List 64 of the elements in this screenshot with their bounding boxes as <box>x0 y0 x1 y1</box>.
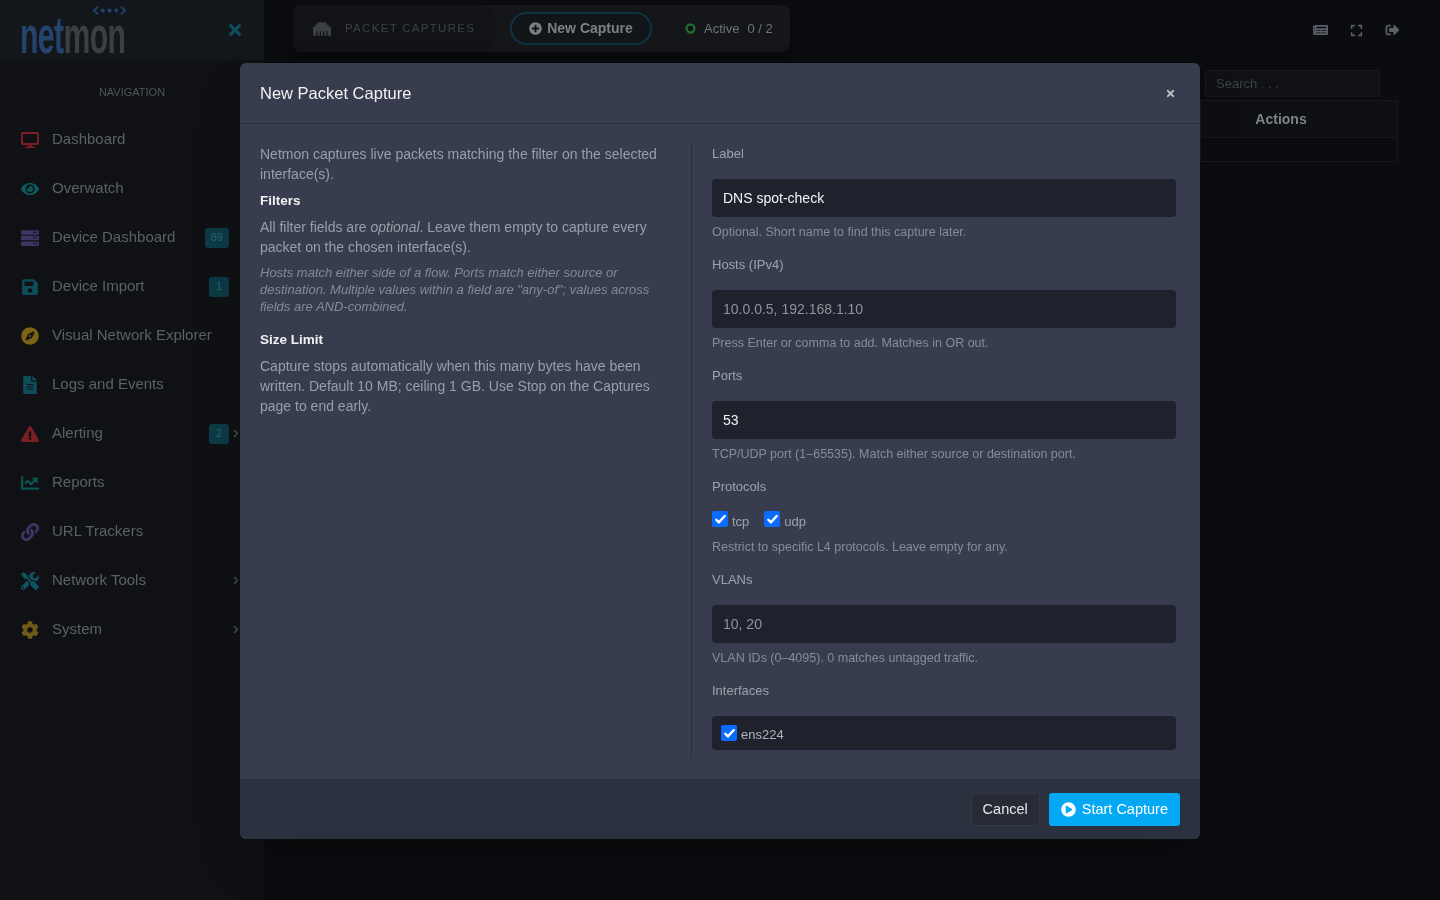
play-icon <box>1060 802 1076 817</box>
section-heading: Filters <box>260 192 302 210</box>
active-label: Active <box>704 19 740 38</box>
checkbox-label[interactable]: tcp <box>732 513 750 530</box>
tools-icon <box>21 571 39 590</box>
field-label: Ports <box>712 367 744 385</box>
fullscreen-icon[interactable] <box>1350 23 1363 37</box>
field-label: Protocols <box>712 478 768 496</box>
help-text: TCP/UDP port (1–65535). Match either source or destination port. <box>712 446 1077 462</box>
server-icon <box>21 228 39 247</box>
status-ring-icon <box>685 23 696 34</box>
field-label: VLANs <box>712 571 754 589</box>
checkbox[interactable] <box>712 511 728 527</box>
help-text: Press Enter or comma to add. Matches in OR out. <box>712 335 990 351</box>
nav-item[interactable]: System <box>0 605 240 654</box>
nav-item[interactable]: Network Tools <box>0 556 240 605</box>
new-capture-button[interactable]: New Capture <box>510 12 652 45</box>
help-text: Optional. Short name to find this capture later. <box>712 224 968 240</box>
field-label: Label <box>712 145 745 163</box>
nav-item[interactable]: Dashboard <box>0 115 240 164</box>
help-text: Restrict to specific L4 protocols. Leave empty for any. <box>712 539 1009 555</box>
nav-item[interactable]: Visual Network Explorer <box>0 311 240 360</box>
info-note: Hosts match either side of a flow. Ports match either source or destination. Multiple values within a field are "any-of"; values across fields are AND-combined. <box>260 264 651 315</box>
start-capture-button[interactable]: Start Capture <box>1048 793 1180 826</box>
settings-icon <box>21 620 39 639</box>
active-count: 0 / 2 <box>747 19 773 38</box>
logo-wordmark: netmon <box>20 16 126 54</box>
cancel-button[interactable]: Cancel <box>970 793 1040 826</box>
ethernet-port-icon <box>311 19 333 38</box>
field-label: Interfaces <box>712 682 771 700</box>
text-field[interactable]: 53 <box>712 401 1176 439</box>
modal-title: New Packet Capture <box>260 82 412 104</box>
nav-item[interactable]: Logs and Events <box>0 360 240 409</box>
checkbox-label[interactable]: udp <box>784 513 807 530</box>
info-paragraph: Capture stops automatically when this many bytes have been written. Default 10 MB; ceiling 1 GB. Use Stop on the Captures page to end early. <box>260 357 651 416</box>
checkbox[interactable] <box>721 725 737 741</box>
monitor-icon <box>21 130 39 149</box>
line-chart-icon <box>21 473 39 492</box>
newspaper-icon[interactable] <box>1313 23 1328 37</box>
field-label: Hosts (IPv4) <box>712 256 785 274</box>
text-field[interactable]: 10.0.0.5, 192.168.1.10 <box>712 290 1176 328</box>
info-paragraph: Netmon captures live packets matching the filter on the selected interface(s). <box>260 145 658 184</box>
warning-icon <box>21 424 39 443</box>
help-text: VLAN IDs (0–4095). 0 matches untagged traffic. <box>712 650 979 666</box>
checkbox-label[interactable]: ens224 <box>741 726 784 743</box>
checkmark-icon <box>766 514 778 524</box>
logo-brackets-icon <box>89 6 130 15</box>
text-field[interactable]: DNS spot-check <box>712 179 1176 217</box>
column-header: Actions <box>1255 109 1307 129</box>
nav-item[interactable]: Reports <box>0 458 240 507</box>
checkmark-icon <box>723 728 735 738</box>
text-field[interactable]: 10, 20 <box>712 605 1176 643</box>
section-heading: Size Limit <box>260 331 324 349</box>
logout-icon[interactable] <box>1385 23 1400 37</box>
document-icon <box>21 375 39 394</box>
compass-icon <box>21 326 39 345</box>
checkbox[interactable] <box>764 511 781 527</box>
nav-item[interactable]: Overwatch <box>0 164 240 213</box>
nav-heading: NAVIGATION <box>97 85 167 100</box>
checkmark-icon <box>714 514 726 524</box>
info-paragraph: All filter fields are optional. Leave them empty to capture every packet on the chosen interface(s). <box>260 218 648 257</box>
nav-item[interactable]: URL Trackers <box>0 507 240 556</box>
close-icon[interactable] <box>1165 87 1176 99</box>
link-icon <box>21 522 39 541</box>
